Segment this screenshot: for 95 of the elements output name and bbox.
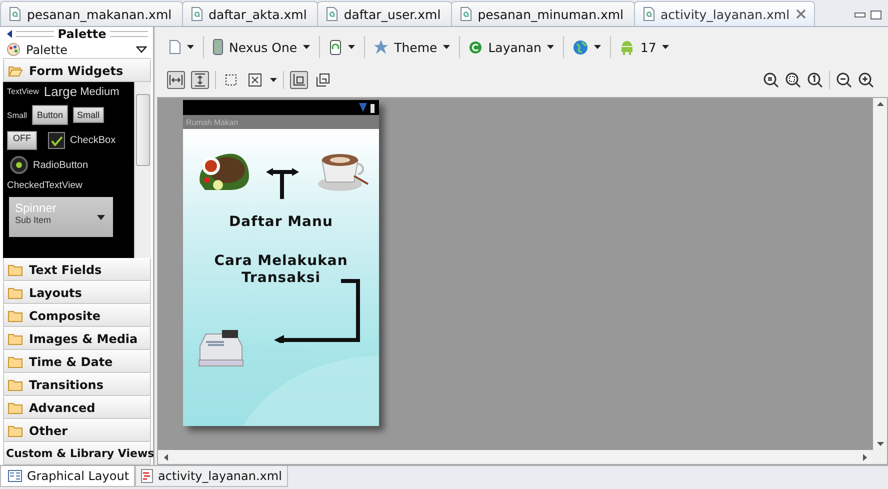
widget-label[interactable]: Small (7, 110, 28, 120)
file-icon (169, 40, 181, 54)
close-icon[interactable] (796, 9, 806, 19)
app-title: Rumah Makan (186, 118, 238, 126)
zoom-out-icon[interactable] (836, 72, 852, 88)
editor-tab[interactable]: activity_layanan.xml (634, 1, 815, 26)
widget-button[interactable]: Small (73, 107, 104, 123)
folder-icon (8, 424, 23, 436)
star-icon (374, 40, 388, 54)
folder-icon (8, 356, 23, 368)
layout-icon (8, 470, 22, 482)
folder-icon (8, 402, 23, 414)
minimize-icon[interactable] (854, 10, 866, 20)
activity-icon (469, 40, 482, 54)
caret-icon (348, 45, 356, 49)
orientation-dropdown[interactable] (329, 40, 356, 54)
folder-icon (8, 264, 23, 276)
folder-icon (8, 332, 23, 344)
radio-button[interactable] (10, 156, 28, 174)
layout-file-dropdown[interactable] (169, 40, 194, 54)
xml-file-icon (190, 7, 203, 21)
xml-file-icon (9, 7, 21, 21)
palette-category[interactable]: Other (3, 419, 151, 442)
xml-file-icon (460, 7, 472, 21)
scroll-down-icon[interactable] (876, 442, 884, 446)
zoom-to-fit-icon[interactable] (763, 72, 779, 88)
t-arrow-drawing (266, 168, 299, 199)
xml-file-icon (326, 7, 338, 21)
phone-icon (213, 39, 223, 55)
editor-tab[interactable]: pesanan_minuman.xml (450, 1, 635, 26)
caret-icon (187, 45, 194, 49)
cash-register-drawing (196, 328, 246, 368)
xml-file-icon (642, 7, 655, 21)
palette-category[interactable]: Text Fields (3, 258, 151, 281)
scrollbar[interactable] (134, 82, 151, 258)
caret-icon (97, 215, 105, 220)
scroll-left-icon[interactable] (164, 454, 168, 460)
activity-dropdown[interactable]: Layanan (469, 40, 554, 54)
maximize-icon[interactable] (870, 10, 882, 20)
radio-label[interactable]: RadioButton (33, 160, 88, 170)
fill-height-icon[interactable] (191, 71, 209, 89)
editor-tab[interactable]: daftar_akta.xml (182, 1, 318, 26)
editor-tab[interactable]: pesanan_makanan.xml (0, 1, 183, 26)
widget-label[interactable]: CheckedTextView (7, 180, 82, 191)
palette-category[interactable]: Layouts (3, 281, 151, 304)
dropdown-arrow-icon (136, 46, 147, 53)
globe-icon (573, 40, 588, 54)
caret-icon (594, 45, 602, 49)
palette-category[interactable]: Images & Media (3, 327, 151, 350)
palette-category[interactable]: Form Widgets (3, 59, 151, 82)
zoom-real-size-icon[interactable] (785, 72, 801, 88)
menu-heading: Daftar Manu (228, 214, 334, 230)
scroll-right-icon[interactable] (863, 454, 867, 460)
zoom-in-icon[interactable] (858, 72, 874, 88)
palette-icon (7, 43, 20, 56)
spinner[interactable]: Spinner Sub Item (9, 197, 113, 237)
palette-category[interactable]: Advanced (3, 396, 151, 419)
fill-width-icon[interactable] (167, 71, 185, 89)
caret-icon (303, 45, 310, 49)
checkbox[interactable] (48, 132, 65, 149)
folder-icon (8, 64, 23, 76)
api-level-dropdown[interactable]: 17 (620, 40, 670, 54)
xml-source-icon (141, 469, 154, 483)
folder-icon (8, 378, 23, 390)
transaction-heading: Cara Melakukan Transaksi (213, 253, 349, 287)
checkbox-label[interactable]: CheckBox (70, 135, 116, 146)
android-robot-icon (620, 40, 634, 54)
collapse-icon[interactable] (6, 30, 12, 38)
folder-icon (8, 310, 23, 322)
widget-button[interactable]: Button (32, 105, 68, 125)
theme-dropdown[interactable]: Theme (374, 40, 450, 54)
caret-icon (547, 45, 554, 49)
editor-tab[interactable]: daftar_user.xml (316, 1, 452, 26)
clip-icon[interactable] (290, 71, 308, 89)
locale-dropdown[interactable] (573, 40, 602, 54)
editor-mode-tab[interactable]: Graphical Layout (0, 466, 136, 487)
widget-label[interactable]: Large (44, 84, 78, 99)
dropdown-arrow-icon[interactable] (270, 78, 277, 82)
palette-title: Palette (58, 27, 106, 41)
toggle-button[interactable]: OFF (7, 131, 37, 150)
palette-category[interactable]: Time & Date (3, 350, 151, 373)
widget-label[interactable]: TextView (7, 87, 39, 96)
palette-category[interactable]: Composite (3, 304, 151, 327)
battery-icon (370, 102, 375, 112)
caret-icon (443, 45, 450, 49)
rotate-phone-icon (329, 40, 342, 54)
wifi-icon (359, 103, 367, 112)
palette-category[interactable]: Transitions (3, 373, 151, 396)
folder-icon (8, 286, 23, 298)
editor-mode-tab[interactable]: activity_layanan.xml (135, 466, 288, 487)
scroll-up-icon[interactable] (876, 102, 884, 106)
zoom-100-icon[interactable] (807, 72, 823, 88)
widget-label[interactable]: Medium (80, 86, 120, 98)
device-dropdown[interactable]: Nexus One (213, 39, 310, 55)
caret-icon (662, 45, 670, 49)
